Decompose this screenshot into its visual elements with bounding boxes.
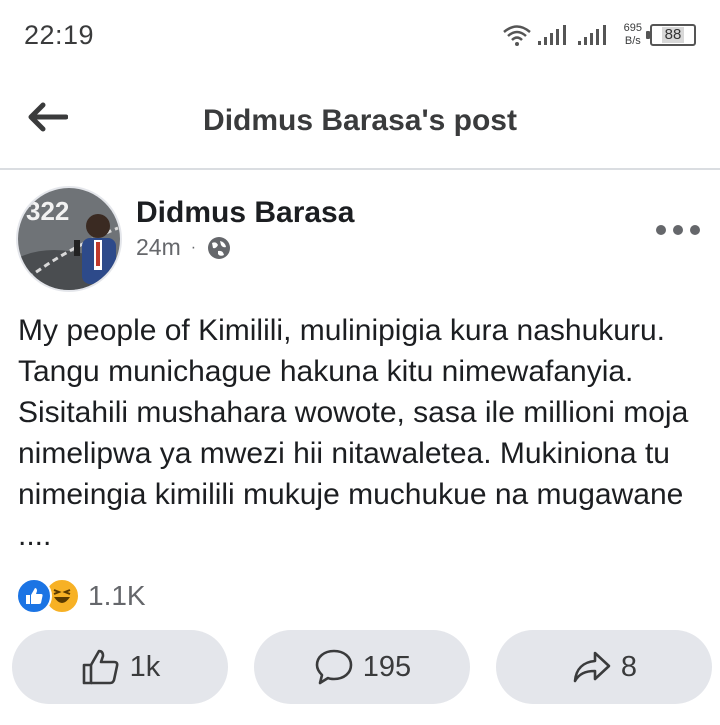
like-reaction-icon: [16, 578, 52, 614]
more-dot: [690, 225, 700, 235]
network-speed-unit: B/s: [624, 35, 641, 47]
page-title: Didmus Barasa's post: [203, 104, 517, 137]
status-time: 22:19: [24, 20, 95, 50]
signal-icon-2: [577, 25, 606, 45]
battery-icon: 88: [646, 24, 696, 46]
post-time[interactable]: 24m: [136, 234, 181, 261]
meta-separator: ·: [190, 238, 197, 256]
avatar[interactable]: 322: [16, 186, 122, 292]
reactions-summary[interactable]: 1.1K: [16, 578, 146, 614]
more-options-icon[interactable]: [656, 220, 700, 240]
post-text: My people of Kimilili, mulinipigia kura …: [18, 314, 689, 552]
signal-icon: [537, 25, 566, 45]
wifi-icon: [502, 25, 531, 46]
post-actions: 1k 195 8: [12, 630, 712, 704]
share-button[interactable]: 8: [496, 630, 712, 704]
reaction-count: 1.1K: [88, 580, 146, 611]
page-header: Didmus Barasa's post: [0, 72, 720, 170]
author-name[interactable]: Didmus Barasa: [136, 196, 354, 230]
comment-count: 195: [362, 650, 412, 683]
battery-level: 88: [661, 27, 685, 43]
share-icon: [573, 651, 611, 683]
more-dot: [656, 225, 666, 235]
like-count: 1k: [129, 650, 161, 683]
like-button[interactable]: 1k: [12, 630, 228, 704]
more-dot: [673, 225, 683, 235]
thumbs-up-icon: [82, 649, 119, 685]
status-icons: 695 B/s 88: [502, 22, 696, 48]
network-speed: 695 B/s: [624, 22, 642, 48]
share-count: 8: [620, 650, 638, 683]
status-bar: 22:19 695 B/s 88: [0, 0, 720, 72]
comment-icon: [315, 649, 353, 685]
post-meta: 24m ·: [136, 234, 232, 261]
globe-icon: [208, 236, 231, 259]
avatar-image: 322: [18, 188, 120, 290]
network-speed-value: 695: [623, 22, 642, 34]
avatar-text: 322: [26, 196, 69, 226]
comment-button[interactable]: 195: [254, 630, 470, 704]
